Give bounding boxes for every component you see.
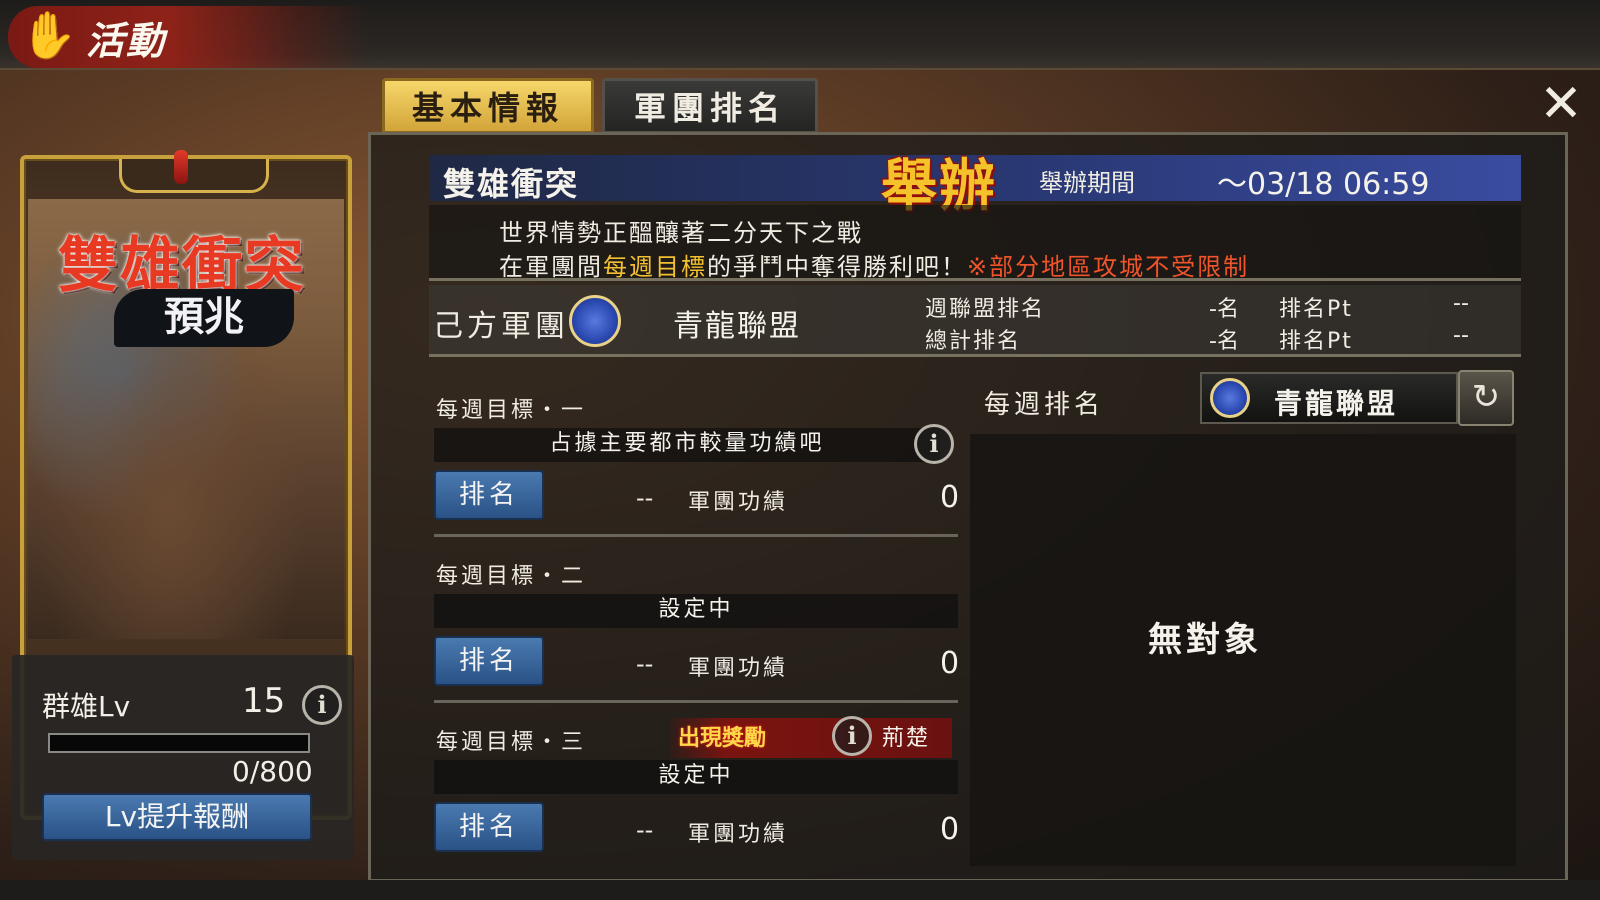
info-icon: i bbox=[302, 685, 342, 725]
weekly-rank-value: -名 bbox=[1209, 297, 1239, 322]
goal-3-region: 荊楚 bbox=[882, 726, 931, 751]
own-guild-name: 青龍聯盟 bbox=[673, 309, 801, 344]
weekly-rank-label: 週聯盟排名 bbox=[925, 297, 1046, 322]
level-value: 15 bbox=[242, 681, 286, 721]
info-icon: i bbox=[832, 716, 872, 756]
goal-3-rank-button[interactable]: 排名 bbox=[434, 802, 544, 852]
reward-badge: 出現獎勵 bbox=[678, 726, 767, 751]
desc-line-2: 在軍團間每週目標的爭鬥中奪得勝利吧！※部分地區攻城不受限制 bbox=[499, 247, 1249, 282]
tab-basic-info[interactable]: 基本情報 bbox=[382, 78, 594, 134]
info-icon: i bbox=[914, 424, 954, 464]
empty-state-text: 無對象 bbox=[1148, 620, 1262, 660]
weekly-pt-label: 排名Pt bbox=[1279, 297, 1353, 322]
goal-1-info-button[interactable]: i bbox=[914, 424, 954, 464]
goal-1-rank-button[interactable]: 排名 bbox=[434, 470, 544, 520]
level-progress-bar bbox=[48, 733, 310, 753]
goal-1-merit-value: 0 bbox=[940, 480, 960, 515]
total-rank-value: -名 bbox=[1209, 329, 1239, 354]
dragon-emblem-icon bbox=[1210, 378, 1250, 418]
event-description: 世界情勢正醞釀著二分天下之戰 在軍團間每週目標的爭鬥中奪得勝利吧！※部分地區攻城… bbox=[429, 205, 1521, 281]
goal-divider bbox=[434, 700, 958, 703]
goal-2-merit-value: 0 bbox=[940, 646, 960, 681]
goal-3-info-button[interactable]: i bbox=[832, 716, 872, 756]
ranking-list: 無對象 bbox=[970, 434, 1516, 866]
goal-3-merit-label: 軍團功績 bbox=[688, 822, 789, 847]
goal-3-rank: -- bbox=[636, 816, 654, 844]
event-name: 雙雄衝突 bbox=[443, 165, 580, 203]
page-title: 活動 bbox=[86, 19, 167, 63]
bottom-strip bbox=[0, 880, 1600, 900]
level-progress-text: 0/800 bbox=[232, 755, 313, 788]
goal-1-title: 每週目標・一 bbox=[436, 398, 587, 423]
event-header: 雙雄衝突 舉辦 舉辦期間 ～03/18 06:59 bbox=[429, 154, 1521, 219]
card-ornament bbox=[119, 159, 269, 193]
goal-2-merit-label: 軍團功績 bbox=[688, 656, 789, 681]
desc-line-1: 世界情勢正醞釀著二分天下之戰 bbox=[499, 219, 863, 247]
goal-3-merit-value: 0 bbox=[940, 812, 960, 847]
level-reward-button[interactable]: Lv提升報酬 bbox=[42, 793, 312, 841]
goal-1-merit-label: 軍團功績 bbox=[688, 490, 789, 515]
goal-1-desc: 占據主要都市較量功績吧 bbox=[434, 428, 940, 462]
goal-divider bbox=[434, 534, 958, 537]
period-value: ～03/18 06:59 bbox=[1217, 167, 1430, 202]
desc-text-b: 的爭鬥中奪得勝利吧！ bbox=[707, 253, 967, 281]
goal-2-rank-button[interactable]: 排名 bbox=[434, 636, 544, 686]
hand-icon: ✋ bbox=[20, 8, 78, 62]
ranking-guild-selector[interactable]: 青龍聯盟 bbox=[1200, 372, 1458, 424]
own-guild-label: 己方軍團 bbox=[433, 309, 569, 344]
card-gem bbox=[174, 150, 188, 184]
goal-3-desc: 設定中 bbox=[434, 760, 958, 794]
card-subtitle: 預兆 bbox=[114, 289, 294, 347]
weekly-ranking-label: 每週排名 bbox=[984, 390, 1105, 420]
total-pt-value: -- bbox=[1453, 323, 1469, 348]
level-label: 群雄Lv bbox=[42, 690, 131, 723]
level-info-button[interactable]: i bbox=[302, 685, 342, 725]
total-rank-label: 總計排名 bbox=[925, 329, 1022, 354]
ranking-guild-name: 青龍聯盟 bbox=[1274, 387, 1399, 420]
level-panel: 群雄Lv 15 i 0/800 Lv提升報酬 bbox=[12, 655, 354, 860]
desc-text-a: 在軍團間 bbox=[499, 253, 603, 281]
total-pt-label: 排名Pt bbox=[1279, 329, 1353, 354]
weekly-pt-value: -- bbox=[1453, 291, 1469, 316]
goal-1-rank: -- bbox=[636, 484, 654, 512]
close-icon[interactable]: ✕ bbox=[1536, 78, 1586, 130]
desc-note: ※部分地區攻城不受限制 bbox=[967, 253, 1250, 281]
own-guild-row: 己方軍團 青龍聯盟 週聯盟排名 -名 排名Pt -- 總計排名 -名 排名Pt … bbox=[429, 285, 1521, 357]
goal-2-rank: -- bbox=[636, 650, 654, 678]
dragon-emblem-icon bbox=[569, 295, 621, 347]
desc-highlight: 每週目標 bbox=[603, 253, 707, 281]
goal-2-title: 每週目標・二 bbox=[436, 564, 587, 589]
period-label: 舉辦期間 bbox=[1039, 169, 1135, 197]
goal-3-title: 每週目標・三 bbox=[436, 730, 587, 755]
tab-legion-ranking[interactable]: 軍團排名 bbox=[602, 78, 818, 134]
goal-2-desc: 設定中 bbox=[434, 594, 958, 628]
refresh-icon[interactable]: ↻ bbox=[1458, 370, 1514, 426]
